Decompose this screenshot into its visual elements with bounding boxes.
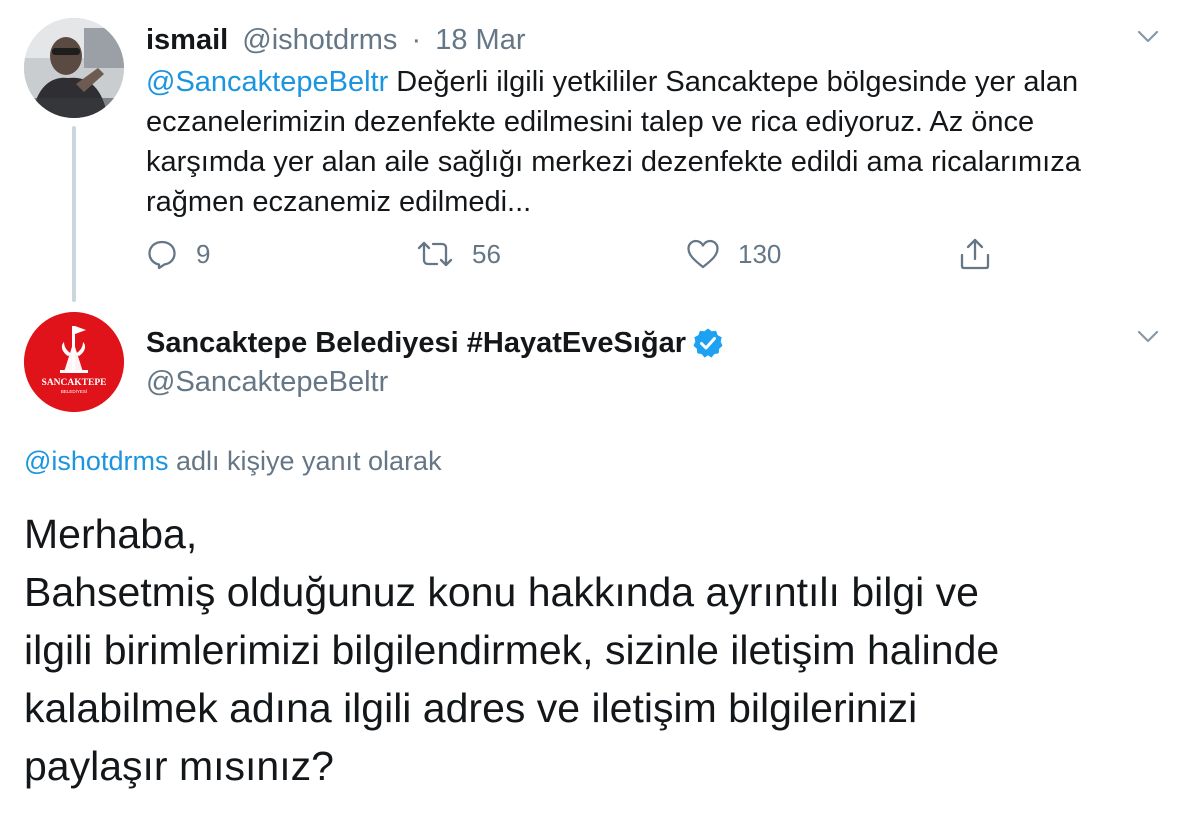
share-button[interactable]	[958, 234, 992, 274]
author-name[interactable]: Sancaktepe Belediyesi #HayatEveSığar	[146, 323, 686, 363]
tweet-text-line: Bahsetmiş olduğunuz konu hakkında ayrınt…	[24, 569, 979, 615]
tweet-text-line: ilgili birimlerimizi bilgilendirmek, siz…	[24, 627, 1000, 673]
like-icon	[687, 239, 719, 269]
chevron-down-icon[interactable]	[1137, 30, 1159, 44]
retweet-count: 56	[472, 238, 501, 269]
tweet-text-line: kalabilmek adına ilgili adres ve iletişi…	[24, 685, 918, 731]
sancaktepe-logo: SANCAKTEPE BELEDİYESİ	[24, 312, 124, 412]
reply-tweet-text: Merhaba, Bahsetmiş olduğunuz konu hakkın…	[24, 505, 1154, 795]
mention-link[interactable]: @SancaktepeBeltr	[146, 66, 388, 98]
retweet-button[interactable]: 56	[416, 234, 501, 274]
replying-to-label: adlı kişiye yanıt olarak	[168, 446, 442, 476]
replying-to: @ishotdrms adlı kişiye yanıt olarak	[24, 443, 442, 479]
logo-subtext: BELEDİYESİ	[61, 388, 87, 394]
tweet-header: ismail @ishotdrms · 18 Mar	[146, 22, 525, 58]
parent-tweet[interactable]: ismail @ishotdrms · 18 Mar @SancaktepeBe…	[0, 0, 1179, 302]
reply-icon	[148, 240, 176, 270]
dot-separator: ·	[411, 24, 422, 56]
chevron-down-icon[interactable]	[1137, 330, 1159, 344]
tweet-text-line: Merhaba,	[24, 511, 198, 557]
author-handle[interactable]: @SancaktepeBeltr	[146, 362, 388, 402]
avatar[interactable]	[24, 18, 124, 118]
share-icon	[960, 238, 990, 270]
like-button[interactable]: 130	[686, 234, 781, 274]
author-handle[interactable]: @ishotdrms	[242, 24, 397, 56]
like-count: 130	[738, 238, 782, 269]
avatar[interactable]: SANCAKTEPE BELEDİYESİ	[24, 312, 124, 412]
retweet-icon	[417, 241, 453, 267]
tweet-text: @SancaktepeBeltr Değerli ilgili yetkilil…	[146, 62, 1156, 222]
tweet-actions: 9 56 130	[146, 234, 1006, 274]
author-name-row: Sancaktepe Belediyesi #HayatEveSığar	[146, 323, 724, 363]
reply-button[interactable]: 9	[146, 234, 210, 274]
replying-to-handle[interactable]: @ishotdrms	[24, 446, 168, 476]
avatar-photo	[24, 18, 124, 118]
verified-badge-icon	[693, 328, 723, 358]
thread-line	[72, 126, 76, 302]
author-name[interactable]: ismail	[146, 24, 228, 56]
tweet-text-line: paylaşır mısınız?	[24, 743, 334, 789]
logo-text: SANCAKTEPE	[42, 378, 107, 388]
reply-count: 9	[196, 238, 211, 269]
tweet-date[interactable]: 18 Mar	[435, 24, 525, 56]
